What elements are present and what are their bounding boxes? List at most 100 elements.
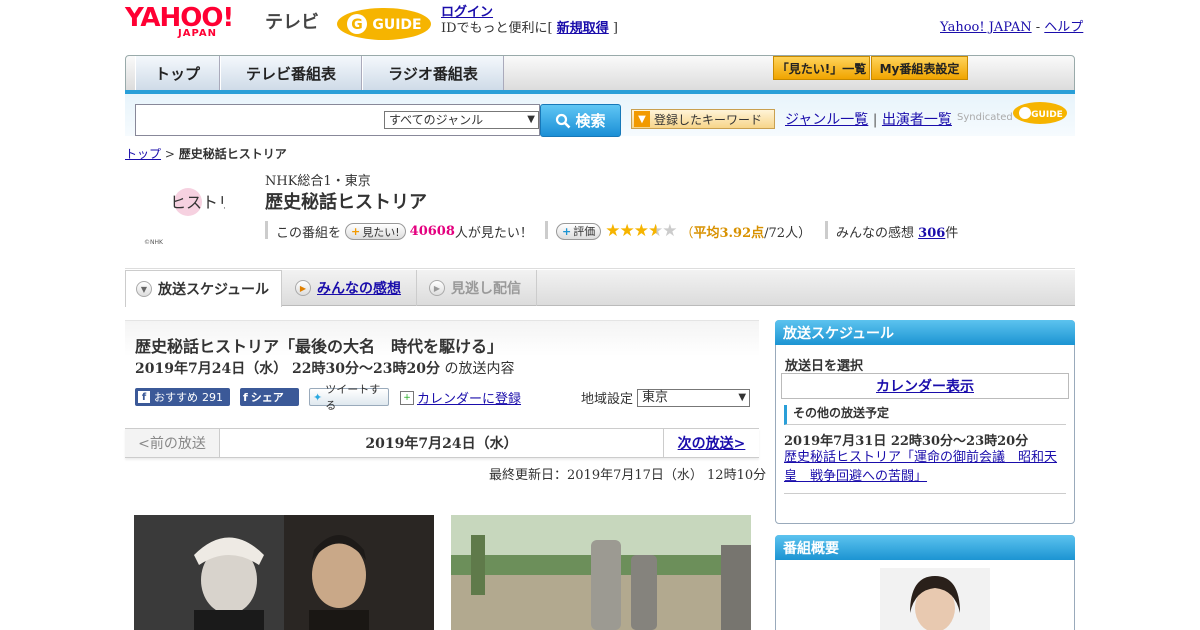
tab-schedule[interactable]: ▼ 放送スケジュール — [125, 270, 282, 307]
host-photo — [880, 568, 990, 630]
play-arrow-icon: ▶ — [295, 280, 311, 296]
search-button-label: 検索 — [575, 112, 606, 130]
breadcrumb-current: 歴史秘話ヒストリア — [178, 147, 287, 161]
syndicated-label: Syndicated — [957, 112, 1013, 123]
twitter-bird-icon: ✦ — [313, 390, 323, 404]
star-icon: ★ — [619, 221, 634, 241]
signup-link[interactable]: 新規取得 — [557, 21, 609, 36]
nav-tab-radio-schedule[interactable]: ラジオ番組表 — [362, 56, 504, 90]
facebook-recommend-button[interactable]: f おすすめ 291 — [135, 388, 230, 406]
current-broadcast-date: 2019年7月24日（水） — [365, 436, 518, 452]
divider — [825, 221, 828, 239]
login-prompt: IDでもっと便利に[ — [441, 21, 557, 36]
search-button[interactable]: 検索 — [540, 104, 621, 137]
tab-missed-stream[interactable]: ▶ 見逃し配信 — [417, 270, 537, 306]
comments-count-link[interactable]: 306 — [918, 226, 945, 241]
next-broadcast-link[interactable]: 次の放送> — [663, 429, 759, 457]
tweet-button[interactable]: ✦ ツイートする — [309, 383, 389, 412]
watch-prefix: この番組を — [276, 226, 342, 241]
login-link[interactable]: ログイン — [441, 5, 493, 20]
rating-average: 平均3.92点 — [693, 225, 765, 241]
star-icon: ★ — [633, 221, 649, 241]
facebook-recommend-count: 291 — [202, 390, 223, 404]
rating-paren: （ — [680, 225, 694, 241]
link-divider: - — [1031, 20, 1045, 35]
add-to-calendar-link[interactable]: カレンダーに登録 — [417, 388, 521, 407]
plus-icon: + — [351, 225, 361, 238]
watch-suffix: 人が見たい！ — [454, 226, 533, 241]
add-to-calendar[interactable]: + カレンダーに登録 — [400, 388, 521, 407]
divider — [265, 221, 268, 239]
performer-list-link[interactable]: 出演者一覧 — [882, 112, 952, 128]
comments-row: みんなの感想 306件 — [836, 222, 958, 241]
comments-suffix: 件 — [945, 226, 959, 241]
divider — [545, 221, 548, 239]
facebook-icon: f — [138, 391, 150, 403]
watch-count: 40608 — [409, 224, 455, 239]
facebook-share-label: シェア — [250, 391, 284, 404]
svg-text:G: G — [351, 17, 363, 33]
divider — [125, 268, 1075, 269]
svg-text:GUIDE: GUIDE — [1031, 110, 1063, 120]
plus-icon: + — [562, 224, 572, 238]
last-updated: 最終更新日：2019年7月17日（水） 12時10分 — [489, 468, 767, 483]
episode-photo-portraits — [134, 515, 434, 630]
login-suffix: ] — [608, 21, 618, 36]
episode-datetime-suffix: の放送内容 — [440, 361, 515, 377]
breadcrumb-sep: > — [161, 147, 179, 161]
watchlist-button[interactable]: 「見たい!」一覧 — [773, 56, 870, 80]
rate-button-label: 評価 — [573, 225, 596, 238]
program-logo-image: ヒストリア ©NHK — [140, 172, 250, 250]
episode-title: 歴史秘話ヒストリア「最後の大名 時代を駆ける」 — [135, 337, 504, 356]
registered-keyword-label: 登録したキーワード — [654, 112, 763, 127]
region-select[interactable]: 東京 ▼ — [637, 388, 751, 407]
rating-row: + 評価 ★★★★★ （平均3.92点/72人） — [556, 221, 811, 241]
episode-datetime: 2019年7月24日（水） 22時30分～23時20分 — [135, 361, 440, 377]
help-link[interactable]: ヘルプ — [1044, 20, 1083, 35]
tab-comments[interactable]: ▶ みんなの感想 — [283, 270, 417, 306]
facebook-share-button[interactable]: f シェア — [240, 388, 299, 406]
rate-button[interactable]: + 評価 — [556, 222, 602, 240]
want-to-watch-button[interactable]: + 見たい! — [345, 223, 406, 240]
breadcrumb: トップ > 歴史秘話ヒストリア — [125, 145, 287, 162]
chevron-down-icon: ▼ — [136, 281, 152, 297]
star-empty-icon: ★ — [662, 221, 677, 241]
sidebar-overview-heading: 番組概要 — [775, 535, 1075, 560]
other-broadcasts-heading: その他の放送予定 — [784, 405, 1066, 425]
region-setting: 地域設定 東京 ▼ — [581, 388, 751, 407]
comments-label: みんなの感想 — [836, 226, 915, 241]
calendar-view-button[interactable]: カレンダー表示 — [781, 373, 1069, 399]
star-icon: ★ — [605, 221, 620, 241]
nav-tab-top[interactable]: トップ — [135, 56, 220, 90]
facebook-icon: f — [243, 390, 248, 404]
tv-service-logo[interactable]: テレビ — [265, 8, 319, 34]
program-title: 歴史秘話ヒストリア — [265, 192, 427, 213]
tab-missed-label: 見逃し配信 — [451, 281, 521, 297]
gguide-small-logo: GUIDE — [1013, 102, 1067, 124]
yahoo-japan-link[interactable]: Yahoo! JAPAN — [940, 20, 1032, 35]
magnifier-icon — [556, 113, 571, 128]
facebook-recommend-label: おすすめ — [154, 391, 198, 404]
rating-stars: ★★★★★ — [605, 221, 677, 241]
divider — [784, 493, 1066, 494]
nav-tab-tv-schedule[interactable]: テレビ番組表 — [220, 56, 362, 90]
other-broadcast-link[interactable]: 歴史秘話ヒストリア「運命の御前会議 昭和天皇 戦争回避への苦闘」 — [784, 448, 1066, 486]
link-pipe: | — [872, 112, 878, 128]
program-station: NHK総合1・東京 — [265, 174, 371, 189]
region-select-value: 東京 — [642, 389, 669, 405]
previous-broadcast-link[interactable]: <前の放送 — [125, 429, 220, 457]
other-broadcast-time: 2019年7月31日 22時30分～23時20分 — [784, 434, 1029, 449]
registered-keyword-button[interactable]: ▼ 登録したキーワード — [631, 109, 775, 129]
my-schedule-button[interactable]: My番組表設定 — [871, 56, 968, 80]
genre-select[interactable]: すべてのジャンル ▼ — [384, 111, 539, 129]
breadcrumb-top-link[interactable]: トップ — [125, 147, 161, 161]
want-to-watch-label: 見たい! — [362, 225, 400, 239]
genre-list-link[interactable]: ジャンル一覧 — [785, 112, 868, 128]
login-box: ログイン IDでもっと便利に[ 新規取得 ] — [441, 5, 618, 37]
watch-row: この番組を + 見たい! 40608 人が見たい！ — [276, 222, 533, 241]
tweet-label: ツイートする — [325, 383, 381, 412]
top-right-links: Yahoo! JAPAN - ヘルプ — [940, 16, 1083, 35]
sidebar-schedule-heading: 放送スケジュール — [775, 320, 1075, 345]
gguide-logo[interactable]: G GUIDE — [335, 6, 433, 42]
star-half-icon: ★ — [647, 221, 663, 241]
